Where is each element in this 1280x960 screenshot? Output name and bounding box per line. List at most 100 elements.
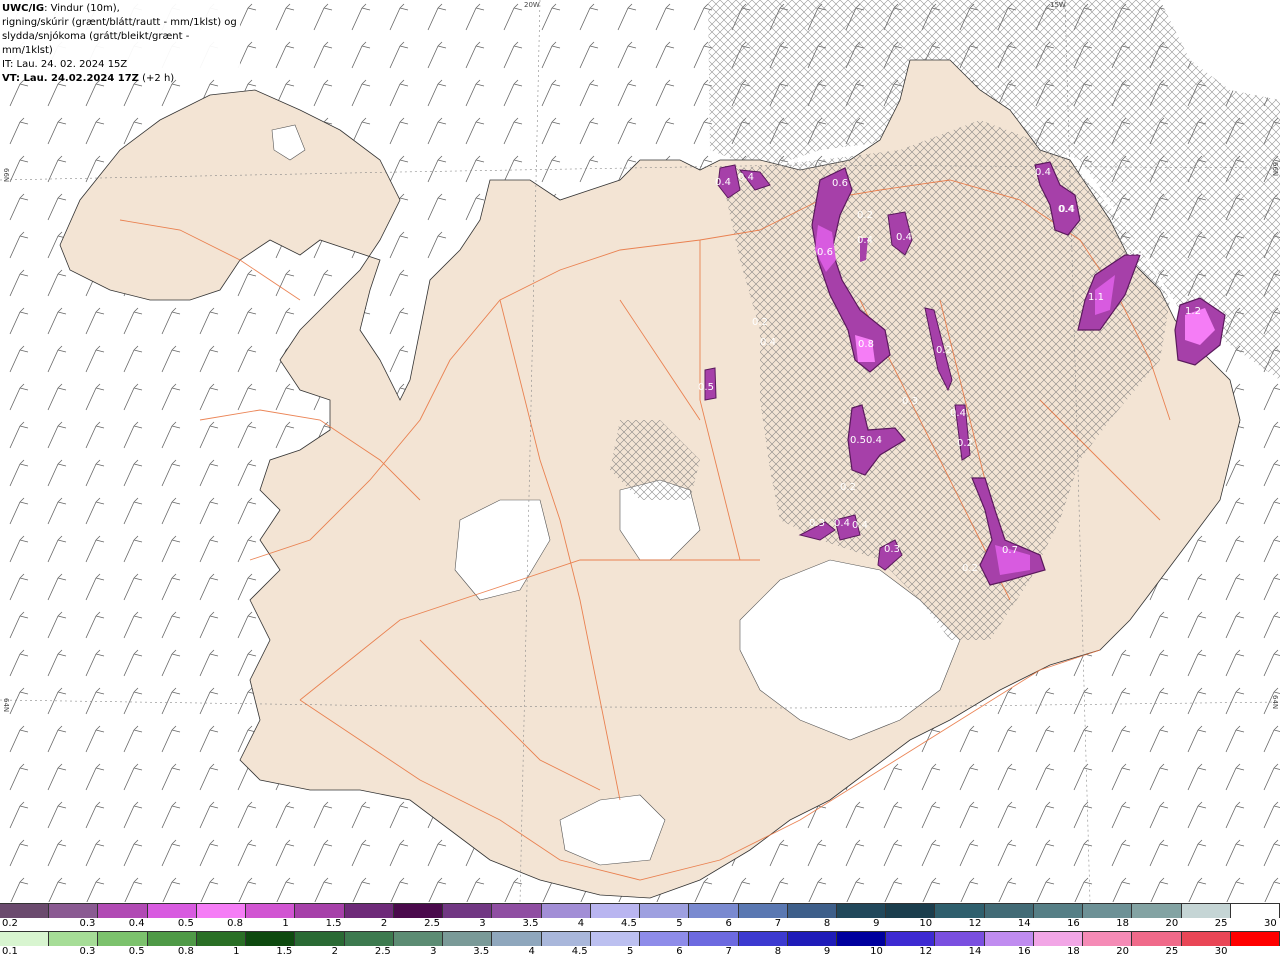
scale-swatch: [541, 904, 591, 918]
precip-value-label: 0.5: [698, 382, 714, 393]
scale-swatch: [196, 904, 247, 918]
scale-label: 2.5: [374, 946, 391, 957]
scale-swatch: [0, 904, 50, 918]
scale-label: 0.8: [177, 946, 194, 957]
scale-swatch: [196, 932, 247, 946]
precip-value-label: 0.7: [1002, 545, 1018, 556]
scale-label: 3.5: [473, 946, 490, 957]
scale-label: 16: [1017, 946, 1031, 957]
lon-label-15w: 15W: [1050, 1, 1066, 9]
scale-label: 16: [1067, 918, 1080, 929]
lat-label-66n-left: 66N: [2, 168, 10, 183]
scale-swatch: [541, 932, 591, 946]
scale-swatch: [590, 932, 641, 946]
scale-label: 3.5: [522, 918, 539, 929]
snow-scale-labels: 0.2 0.3 0.4 0.5 0.8 1 1.5 2 2.5 3 3.5 4 4.5 5 6 7 8 9 10 12…: [0, 918, 1280, 930]
scale-label: 5: [627, 946, 634, 957]
rain-color-scale: [0, 931, 1280, 946]
scale-swatch: [738, 932, 788, 946]
lat-label-64n-right: 64N: [1271, 695, 1279, 710]
scale-label: 3: [430, 946, 437, 957]
scale-label: 0.4: [128, 918, 145, 929]
legend-description-rain: rigning/skúrir (grænt/blátt/rautt - mm/1…: [2, 17, 237, 28]
scale-label: 1.5: [325, 918, 342, 929]
scale-swatch: [344, 932, 394, 946]
scale-swatch: [147, 932, 197, 946]
precip-value-label: 0.6: [832, 178, 848, 189]
initial-time: IT: Lau. 24. 02. 2024 15Z: [2, 59, 128, 70]
scale-label: 4: [528, 946, 535, 957]
scale-label: 1: [233, 946, 240, 957]
precip-value-label: 1.1: [1088, 292, 1104, 303]
scale-swatch: [344, 904, 394, 918]
scale-label: 0.2: [2, 918, 18, 929]
scale-swatch: [590, 904, 641, 918]
scale-label: 4: [577, 918, 585, 929]
lat-label-64n-left: 64N: [2, 698, 10, 713]
precip-value-label: 0.2: [840, 482, 856, 493]
scale-swatch: [0, 932, 50, 946]
scale-label: 18: [1116, 918, 1130, 929]
scale-swatch: [393, 904, 444, 918]
scale-label: 0.5: [128, 946, 145, 957]
scale-label: 1: [282, 918, 289, 929]
scale-swatch: [1230, 932, 1280, 946]
precip-value-label: 0.4: [866, 435, 882, 446]
precip-value-label: 0.4: [834, 518, 850, 529]
scale-swatch: [689, 904, 739, 918]
scale-label: 12: [919, 946, 933, 957]
scale-swatch: [935, 904, 985, 918]
scale-label: 8: [823, 918, 831, 929]
lat-label-66n-right: 66N: [1271, 162, 1279, 177]
valid-time-line: VT: Lau. 24.02.2024 17Z (+2 h): [2, 72, 240, 86]
scale-swatch: [787, 904, 837, 918]
scale-swatch: [49, 904, 99, 918]
precip-value-label: 0.2: [957, 438, 973, 449]
scale-swatch: [147, 904, 197, 918]
scale-swatch: [492, 932, 542, 946]
scale-swatch: [492, 904, 542, 918]
scale-swatch: [443, 932, 493, 946]
scale-label: 5: [676, 918, 683, 929]
scale-label: 4.5: [571, 946, 588, 957]
precip-value-label: 0.2: [857, 210, 873, 221]
scale-swatch: [443, 904, 493, 918]
precip-value-label: 0.4: [760, 337, 776, 348]
scale-label: 0.5: [177, 918, 194, 929]
scale-label: 6: [676, 946, 683, 957]
scale-label: 10: [870, 946, 883, 957]
scale-swatch: [640, 932, 690, 946]
map-info-box: UWC/IG: Vindur (10m), rigning/skúrir (gr…: [0, 0, 240, 84]
scale-label: 25: [1214, 918, 1228, 929]
scale-label: 20: [1165, 918, 1179, 929]
precip-value-label: 0.4: [715, 177, 731, 188]
scale-swatch: [787, 932, 837, 946]
precip-value-label: 0.4: [738, 172, 754, 183]
scale-swatch: [1033, 932, 1084, 946]
scale-swatch: [1083, 932, 1133, 946]
scale-label: 0.1: [2, 946, 18, 957]
scale-swatch: [935, 932, 985, 946]
precip-value-label: 1.2: [1185, 306, 1201, 317]
scale-swatch: [640, 904, 690, 918]
scale-label: 7: [774, 918, 782, 929]
precip-value-label: 0.4: [950, 408, 966, 419]
scale-swatch: [984, 932, 1034, 946]
scale-swatch: [295, 904, 345, 918]
scale-label: 6: [725, 918, 732, 929]
scale-label: 30: [1214, 946, 1228, 957]
precip-value-label: 0.4: [857, 235, 873, 246]
scale-swatch: [738, 904, 788, 918]
scale-label: 12: [968, 918, 982, 929]
scale-swatch: [246, 904, 296, 918]
precip-value-label: 0.2: [962, 563, 978, 574]
scale-swatch: [49, 932, 99, 946]
title-line: UWC/IG: Vindur (10m),: [2, 2, 240, 16]
scale-swatch: [886, 904, 936, 918]
rain-scale-labels: 0.1 0.3 0.5 0.8 1 1.5 2 2.5 3 3.5 4 4.5 5 6 7 8 9 10 12 14 1…: [0, 946, 1280, 958]
precip-value-label: 0.6: [817, 247, 833, 258]
precip-value-label: 0.3: [809, 518, 825, 529]
forecast-offset: (+2 h): [138, 73, 175, 84]
scale-swatch: [1132, 932, 1182, 946]
precip-value-label: 0.8: [858, 339, 874, 350]
